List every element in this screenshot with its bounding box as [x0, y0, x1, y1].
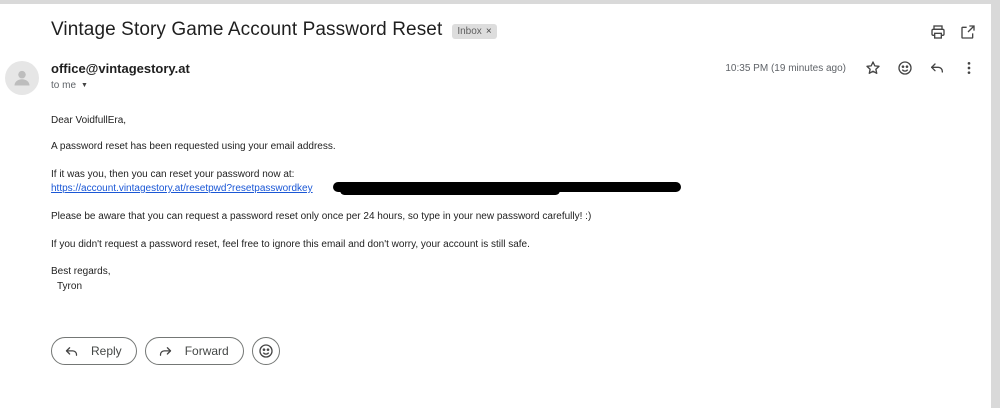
reply-button[interactable]: Reply: [51, 337, 137, 365]
printer-icon[interactable]: [929, 23, 947, 41]
emoji-icon: [259, 344, 273, 358]
inbox-label-text: Inbox: [457, 25, 482, 37]
star-icon[interactable]: [864, 59, 882, 77]
message-meta: 10:35 PM (19 minutes ago): [725, 59, 978, 77]
forward-button[interactable]: Forward: [144, 337, 244, 365]
paragraph-reset-instructions: If it was you, then you can reset your p…: [51, 169, 295, 180]
window-frame-top: [0, 0, 1000, 4]
inbox-label-chip[interactable]: Inbox ×: [452, 23, 497, 39]
greeting: Dear VoidfullEra,: [51, 115, 127, 126]
emoji-reaction-button[interactable]: [251, 337, 280, 365]
recipient-details-toggle[interactable]: to me ▼: [51, 80, 88, 91]
remove-label-button[interactable]: ×: [486, 26, 492, 37]
window-frame-right: [991, 0, 1000, 408]
signature: Tyron: [57, 281, 83, 292]
closing: Best regards,: [51, 266, 111, 277]
redaction-mark: [340, 186, 560, 195]
paragraph-rate-limit: Please be aware that you can request a p…: [51, 211, 592, 222]
open-in-new-window-icon[interactable]: [959, 23, 977, 41]
paragraph-ignore-notice: If you didn't request a password reset, …: [51, 239, 530, 250]
sender-avatar[interactable]: [5, 61, 39, 95]
reset-password-link[interactable]: https://account.vintagestory.at/resetpwd…: [51, 183, 313, 194]
sender-email[interactable]: office@vintagestory.at: [51, 61, 190, 76]
more-vert-icon[interactable]: [960, 59, 978, 77]
paragraph-reset-requested: A password reset has been requested usin…: [51, 141, 336, 152]
forward-icon: [159, 346, 171, 356]
reply-icon: [65, 346, 78, 356]
forward-button-label: Forward: [184, 344, 229, 358]
chevron-down-icon: ▼: [81, 82, 88, 89]
recipient-label: to me: [51, 80, 77, 91]
reply-button-label: Reply: [91, 344, 122, 358]
reply-icon[interactable]: [928, 59, 946, 77]
reply-actions: Reply Forward: [51, 337, 280, 365]
thread-toolbar: [929, 23, 977, 41]
message-timestamp: 10:35 PM (19 minutes ago): [725, 62, 846, 74]
person-icon: [14, 70, 30, 86]
subject-row: Vintage Story Game Account Password Rese…: [51, 19, 497, 41]
email-subject: Vintage Story Game Account Password Rese…: [51, 19, 443, 40]
emoji-icon[interactable]: [896, 59, 914, 77]
